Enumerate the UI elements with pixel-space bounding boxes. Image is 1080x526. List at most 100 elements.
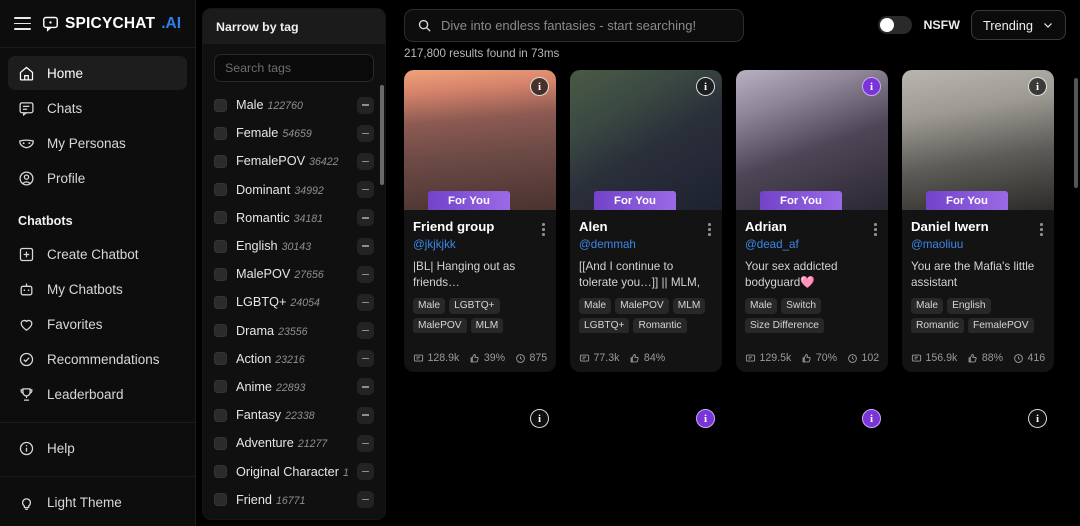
card-menu-button[interactable]: [538, 219, 547, 236]
tag-exclude-button[interactable]: [357, 124, 374, 142]
card-author-handle[interactable]: @maoliuu: [911, 238, 1045, 251]
tag-checkbox[interactable]: [214, 324, 227, 338]
tag-row[interactable]: Original Character 1.: [203, 457, 385, 485]
tag-exclude-button[interactable]: [357, 152, 374, 170]
chatbot-card[interactable]: i: [570, 402, 722, 526]
tag-checkbox[interactable]: [214, 352, 227, 366]
sort-dropdown[interactable]: Trending: [970, 10, 1066, 40]
tag-row[interactable]: LGBTQ+ 24054: [203, 288, 385, 316]
tag-row[interactable]: Fantasy 22338: [203, 401, 385, 429]
card-tag-chip[interactable]: MalePOV: [615, 297, 669, 314]
card-tag-chip[interactable]: Switch: [781, 297, 822, 314]
sidebar-item-light-theme[interactable]: Light Theme: [8, 485, 187, 519]
card-info-badge[interactable]: i: [862, 409, 881, 428]
sidebar-item-favorites[interactable]: Favorites: [8, 307, 187, 341]
card-info-badge[interactable]: i: [862, 77, 881, 96]
card-tag-chip[interactable]: Male: [745, 297, 778, 314]
card-info-badge[interactable]: i: [696, 409, 715, 428]
tag-row[interactable]: Adventure 21277: [203, 429, 385, 457]
tag-checkbox[interactable]: [214, 436, 227, 450]
tag-row[interactable]: Anime 22893: [203, 373, 385, 401]
chatbot-card[interactable]: i: [404, 402, 556, 526]
sidebar-item-recommendations[interactable]: Recommendations: [8, 342, 187, 376]
card-tag-chip[interactable]: MLM: [672, 297, 706, 314]
card-tag-chip[interactable]: Male: [579, 297, 612, 314]
card-info-badge[interactable]: i: [530, 77, 549, 96]
tag-exclude-button[interactable]: [357, 463, 374, 481]
tag-exclude-button[interactable]: [357, 293, 374, 311]
tag-checkbox[interactable]: [214, 465, 227, 479]
card-tag-chip[interactable]: Romantic: [911, 317, 965, 333]
tag-row[interactable]: MalePOV 27656: [203, 260, 385, 288]
card-tag-chip[interactable]: Romantic: [633, 317, 687, 333]
tag-exclude-button[interactable]: [357, 322, 374, 340]
tag-checkbox[interactable]: [214, 211, 227, 225]
chatbot-card[interactable]: i: [736, 402, 888, 526]
tag-checkbox[interactable]: [214, 493, 227, 507]
card-tag-chip[interactable]: Male: [413, 297, 446, 314]
tag-checkbox[interactable]: [214, 239, 227, 253]
tag-exclude-button[interactable]: [357, 181, 374, 199]
tag-exclude-button[interactable]: [357, 265, 374, 283]
brand-logo[interactable]: SPICYCHAT .AI: [42, 15, 181, 33]
tag-exclude-button[interactable]: [357, 237, 374, 255]
search-box[interactable]: [404, 8, 744, 42]
tag-row[interactable]: Friend 16771: [203, 486, 385, 514]
tag-list[interactable]: Male 122760 Female 54659 FemalePOV 36422 Domin…: [203, 89, 385, 519]
nsfw-toggle[interactable]: [878, 16, 913, 34]
card-tag-chip[interactable]: Male: [911, 297, 944, 314]
tag-checkbox[interactable]: [214, 295, 227, 309]
tag-row[interactable]: FemalePOV 36422: [203, 147, 385, 175]
sidebar-item-profile[interactable]: Profile: [8, 161, 187, 195]
tag-exclude-button[interactable]: [357, 491, 374, 509]
tag-row[interactable]: Female 54659: [203, 119, 385, 147]
chatbot-card[interactable]: i For You Daniel Iwern @maoliuu You are the …: [902, 70, 1054, 372]
card-tag-chip[interactable]: LGBTQ+: [579, 317, 630, 333]
card-author-handle[interactable]: @demmah: [579, 238, 713, 251]
tag-checkbox[interactable]: [214, 380, 227, 394]
card-image[interactable]: i For You: [404, 70, 556, 210]
tag-checkbox[interactable]: [214, 267, 227, 281]
tag-row[interactable]: Male 122760: [203, 91, 385, 119]
card-tag-chip[interactable]: LGBTQ+: [449, 297, 500, 314]
tag-list-scrollbar[interactable]: [379, 85, 384, 185]
card-author-handle[interactable]: @jkjkjkk: [413, 238, 547, 251]
sidebar-item-create-chatbot[interactable]: Create Chatbot: [8, 237, 187, 271]
card-author-handle[interactable]: @dead_af: [745, 238, 879, 251]
card-info-badge[interactable]: i: [1028, 409, 1047, 428]
tag-exclude-button[interactable]: [357, 378, 374, 396]
card-menu-button[interactable]: [1036, 219, 1045, 236]
card-info-badge[interactable]: i: [1028, 77, 1047, 96]
tag-checkbox[interactable]: [214, 154, 227, 168]
tag-exclude-button[interactable]: [357, 350, 374, 368]
chatbot-card[interactable]: i: [902, 402, 1054, 526]
card-info-badge[interactable]: i: [696, 77, 715, 96]
tag-row[interactable]: Drama 23556: [203, 317, 385, 345]
tag-checkbox[interactable]: [214, 408, 227, 422]
card-tag-chip[interactable]: MLM: [470, 317, 504, 333]
tag-row[interactable]: English 30143: [203, 232, 385, 260]
tag-checkbox[interactable]: [214, 183, 227, 197]
tag-checkbox[interactable]: [214, 98, 227, 112]
tag-row[interactable]: Romantic 34181: [203, 204, 385, 232]
tag-search-input[interactable]: [214, 54, 374, 82]
card-tag-chip[interactable]: MalePOV: [413, 317, 467, 333]
tag-exclude-button[interactable]: [357, 96, 374, 114]
chatbot-card[interactable]: i For You Alen @demmah [[And I continue to t…: [570, 70, 722, 372]
tag-row[interactable]: Action 23216: [203, 345, 385, 373]
sidebar-item-home[interactable]: Home: [8, 56, 187, 91]
tag-checkbox[interactable]: [214, 126, 227, 140]
card-menu-button[interactable]: [704, 219, 713, 236]
tag-row[interactable]: Dominant 34992: [203, 176, 385, 204]
sidebar-item-chats[interactable]: Chats: [8, 91, 187, 125]
tag-exclude-button[interactable]: [357, 406, 374, 424]
search-input[interactable]: [441, 17, 731, 33]
tag-row[interactable]: Gentle Dom15642: [203, 514, 385, 519]
card-image[interactable]: i For You: [736, 70, 888, 210]
card-menu-button[interactable]: [870, 219, 879, 236]
sidebar-item-my-personas[interactable]: My Personas: [8, 126, 187, 160]
card-tag-chip[interactable]: Size Difference: [745, 317, 824, 333]
card-tag-chip[interactable]: FemalePOV: [968, 317, 1034, 333]
card-info-badge[interactable]: i: [530, 409, 549, 428]
sidebar-item-leaderboard[interactable]: Leaderboard: [8, 377, 187, 411]
